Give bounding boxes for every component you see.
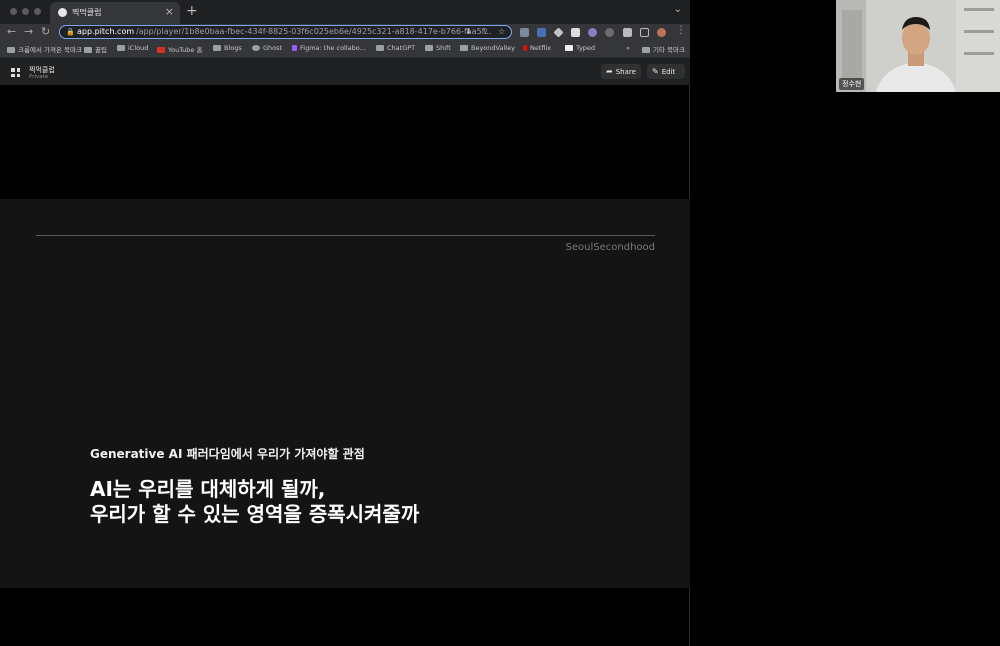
bookmark-item[interactable]: Blogs — [213, 44, 242, 52]
typed-icon — [565, 45, 573, 51]
extension-purple-icon[interactable] — [588, 28, 597, 37]
apple-icon — [117, 45, 125, 51]
slide-headline: AI는 우리를 대체하게 될까, 우리가 할 수 있는 영역을 증폭시켜줄까 — [90, 477, 419, 527]
slide-divider — [36, 235, 655, 236]
webcam-tile: 정수현 — [836, 0, 1000, 92]
tab-search-button[interactable]: ⌄ — [674, 4, 682, 15]
bookmark-item[interactable]: Shift — [425, 44, 451, 52]
pencil-icon: ✎ — [652, 67, 659, 76]
close-window-button[interactable] — [10, 8, 17, 15]
extension-n-icon[interactable] — [520, 28, 529, 37]
share-icon: ➦ — [606, 67, 613, 76]
extension-grey-icon[interactable] — [605, 28, 614, 37]
tab-title: 찍먹클럽 — [72, 8, 102, 17]
other-bookmarks[interactable]: 기타 북마크 — [642, 44, 685, 54]
new-tab-button[interactable]: + — [186, 3, 198, 19]
install-app-icon[interactable]: ⬇ — [465, 27, 472, 36]
browser-toolbar: ← → ↻ 🔒 app.pitch.com /app/player/1b8e0b… — [0, 24, 690, 41]
forward-button[interactable]: → — [24, 25, 33, 38]
folder-icon — [213, 45, 221, 51]
zoom-window-button[interactable] — [34, 8, 41, 15]
bookmark-item[interactable]: YouTube 홈 — [157, 44, 202, 54]
minimize-window-button[interactable] — [22, 8, 29, 15]
chatgpt-icon — [376, 45, 384, 51]
bookmark-item[interactable]: ChatGPT — [376, 44, 415, 52]
bookmark-item[interactable]: BeyondValley — [460, 44, 515, 52]
deck-visibility: Private — [29, 74, 49, 80]
edit-button[interactable]: ✎ Edit — [647, 64, 685, 79]
extension-translate-icon[interactable] — [537, 28, 546, 37]
slide-brand: SeoulSecondhood — [565, 242, 655, 253]
bookmarks-overflow-button[interactable]: » — [626, 44, 630, 52]
extension-box-icon[interactable] — [571, 28, 580, 37]
browser-menu-icon[interactable]: ⋮ — [676, 25, 686, 36]
figma-icon — [292, 45, 297, 51]
bookmark-item[interactable]: 크롬에서 가져온 북마크 — [7, 44, 82, 54]
bookmark-item[interactable]: Netflix — [523, 44, 551, 52]
share-button[interactable]: ➦ Share — [601, 64, 641, 79]
bookmark-item[interactable]: Ghost — [252, 44, 282, 52]
folder-icon — [7, 47, 15, 53]
grid-menu-icon[interactable] — [11, 68, 20, 77]
beyondvalley-icon — [460, 45, 468, 51]
url-host: app.pitch.com — [77, 27, 135, 36]
bookmark-item[interactable]: Figma: the collabo... — [292, 44, 366, 52]
pitch-favicon-icon — [58, 8, 67, 17]
back-button[interactable]: ← — [7, 25, 16, 38]
browser-window: 찍먹클럽 × + ⌄ ← → ↻ 🔒 app.pitch.com /app/pl… — [0, 0, 690, 646]
slide-kicker: Generative AI 패러다임에서 우리가 가져야할 관점 — [90, 447, 365, 461]
shift-icon — [425, 45, 433, 51]
bookmark-star-icon[interactable]: ☆ — [498, 27, 505, 36]
extension-diamond-icon[interactable] — [553, 27, 564, 38]
presentation-slide: SeoulSecondhood Generative AI 패러다임에서 우리가… — [0, 199, 690, 588]
folder-icon — [84, 47, 92, 53]
headline-line-1: AI는 우리를 대체하게 될까, — [90, 477, 326, 501]
folder-icon — [642, 47, 650, 53]
side-panel-icon[interactable] — [640, 28, 649, 37]
address-bar[interactable]: 🔒 app.pitch.com /app/player/1b8e0baa-fbe… — [59, 25, 512, 39]
ghost-icon — [252, 45, 260, 51]
bookmark-item[interactable]: Typed — [565, 44, 595, 52]
netflix-icon — [523, 45, 527, 51]
extensions-puzzle-icon[interactable] — [623, 28, 632, 37]
participant-name: 정수현 — [839, 78, 865, 90]
url-path: /app/player/1b8e0baa-fbec-434f-8825-03f6… — [136, 27, 492, 36]
tab-active[interactable]: 찍먹클럽 × — [50, 2, 180, 24]
pitch-app-bar: 찍먹클럽 Private ➦ Share ✎ Edit — [0, 58, 690, 85]
reload-button[interactable]: ↻ — [41, 25, 50, 38]
youtube-icon — [157, 47, 165, 53]
profile-avatar-icon[interactable] — [657, 28, 666, 37]
headline-line-2: 우리가 할 수 있는 영역을 증폭시켜줄까 — [90, 502, 420, 526]
lock-icon: 🔒 — [66, 28, 75, 36]
share-page-icon[interactable]: ⇪ — [482, 27, 489, 36]
tab-close-icon[interactable]: × — [165, 5, 174, 18]
tab-strip: 찍먹클럽 × + ⌄ — [0, 0, 690, 24]
bookmark-item[interactable]: iCloud — [117, 44, 148, 52]
bookmarks-bar: 크롬에서 가져온 북마크 꿀팁 iCloud YouTube 홈 Blogs G… — [0, 41, 690, 58]
bookmark-item[interactable]: 꿀팁 — [84, 44, 107, 54]
